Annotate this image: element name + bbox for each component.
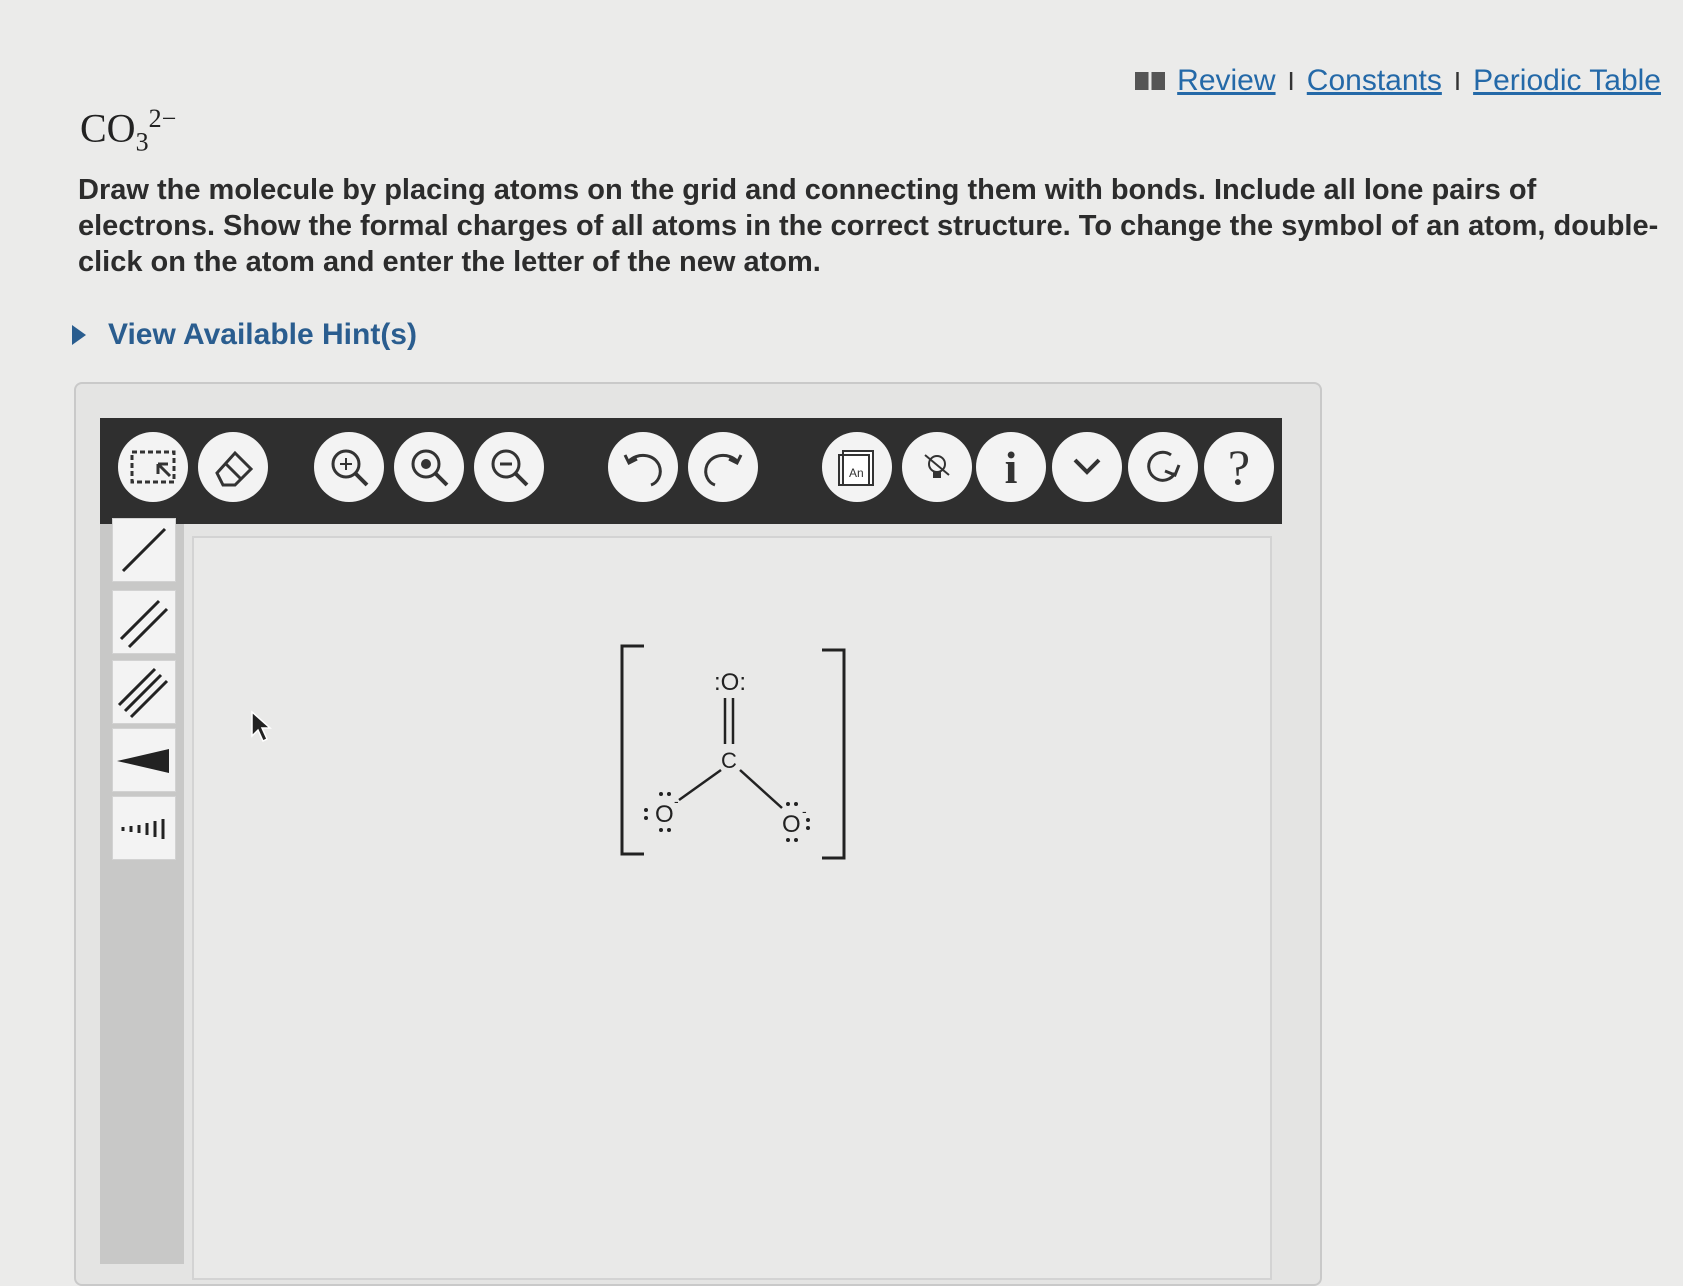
periodic-table-link[interactable]: Periodic Table	[1473, 64, 1661, 98]
hash-bond-icon[interactable]	[112, 796, 176, 860]
carbonate-structure: :O: C O - O -	[620, 644, 846, 860]
right-oxygen-charge: -	[802, 803, 807, 819]
question-formula: CO32−	[80, 104, 176, 157]
right-bracket	[822, 648, 846, 860]
single-bond-icon[interactable]	[112, 518, 176, 582]
template-icon-label: An	[849, 466, 864, 480]
triple-bond-icon[interactable]	[112, 660, 176, 724]
formula-subscript: 3	[135, 127, 149, 157]
lightbulb-icon[interactable]	[902, 432, 972, 502]
book-icon	[1135, 72, 1166, 90]
zoom-out-icon[interactable]	[474, 432, 544, 502]
right-oxygen-label: O	[782, 811, 801, 838]
eraser-icon[interactable]	[198, 432, 268, 502]
left-oxygen-label: O	[655, 801, 674, 828]
redo-icon[interactable]	[688, 432, 758, 502]
link-separator: I	[1287, 65, 1295, 96]
carbon-label: C	[721, 748, 737, 773]
mouse-cursor-icon	[251, 710, 272, 743]
single-bond-left	[678, 768, 722, 802]
review-link[interactable]: Review	[1177, 64, 1275, 98]
formula-base: CO	[80, 105, 136, 151]
help-icon[interactable]: ?	[1204, 432, 1274, 502]
wedge-bond-icon[interactable]	[112, 728, 176, 792]
zoom-in-icon[interactable]	[314, 432, 384, 502]
left-bracket	[620, 644, 644, 856]
drawing-toolbar: An i ?	[100, 418, 1282, 524]
left-oxygen-charge: -	[674, 793, 679, 809]
view-hints-toggle[interactable]: View Available Hint(s)	[72, 318, 417, 352]
constants-link[interactable]: Constants	[1307, 64, 1442, 98]
drawing-canvas[interactable]: :O: C O - O -	[192, 536, 1272, 1280]
select-tool-icon[interactable]	[118, 432, 188, 502]
chevron-down-icon[interactable]	[1052, 432, 1122, 502]
instructions-text: Draw the molecule by placing atoms on th…	[78, 174, 1659, 278]
top-oxygen-label: :O:	[714, 669, 746, 696]
reset-icon[interactable]	[1128, 432, 1198, 502]
expand-triangle-icon	[72, 325, 86, 345]
zoom-fit-icon[interactable]	[394, 432, 464, 502]
formula-charge: 2−	[148, 104, 177, 133]
single-bond-right	[739, 769, 783, 809]
info-icon[interactable]: i	[976, 432, 1046, 502]
template-icon[interactable]: An	[822, 432, 892, 502]
resource-links: Review I Constants I Periodic Table	[1135, 64, 1661, 98]
undo-icon[interactable]	[608, 432, 678, 502]
hints-label: View Available Hint(s)	[108, 318, 417, 351]
link-separator: I	[1453, 65, 1462, 96]
double-bond-icon[interactable]	[112, 590, 176, 654]
